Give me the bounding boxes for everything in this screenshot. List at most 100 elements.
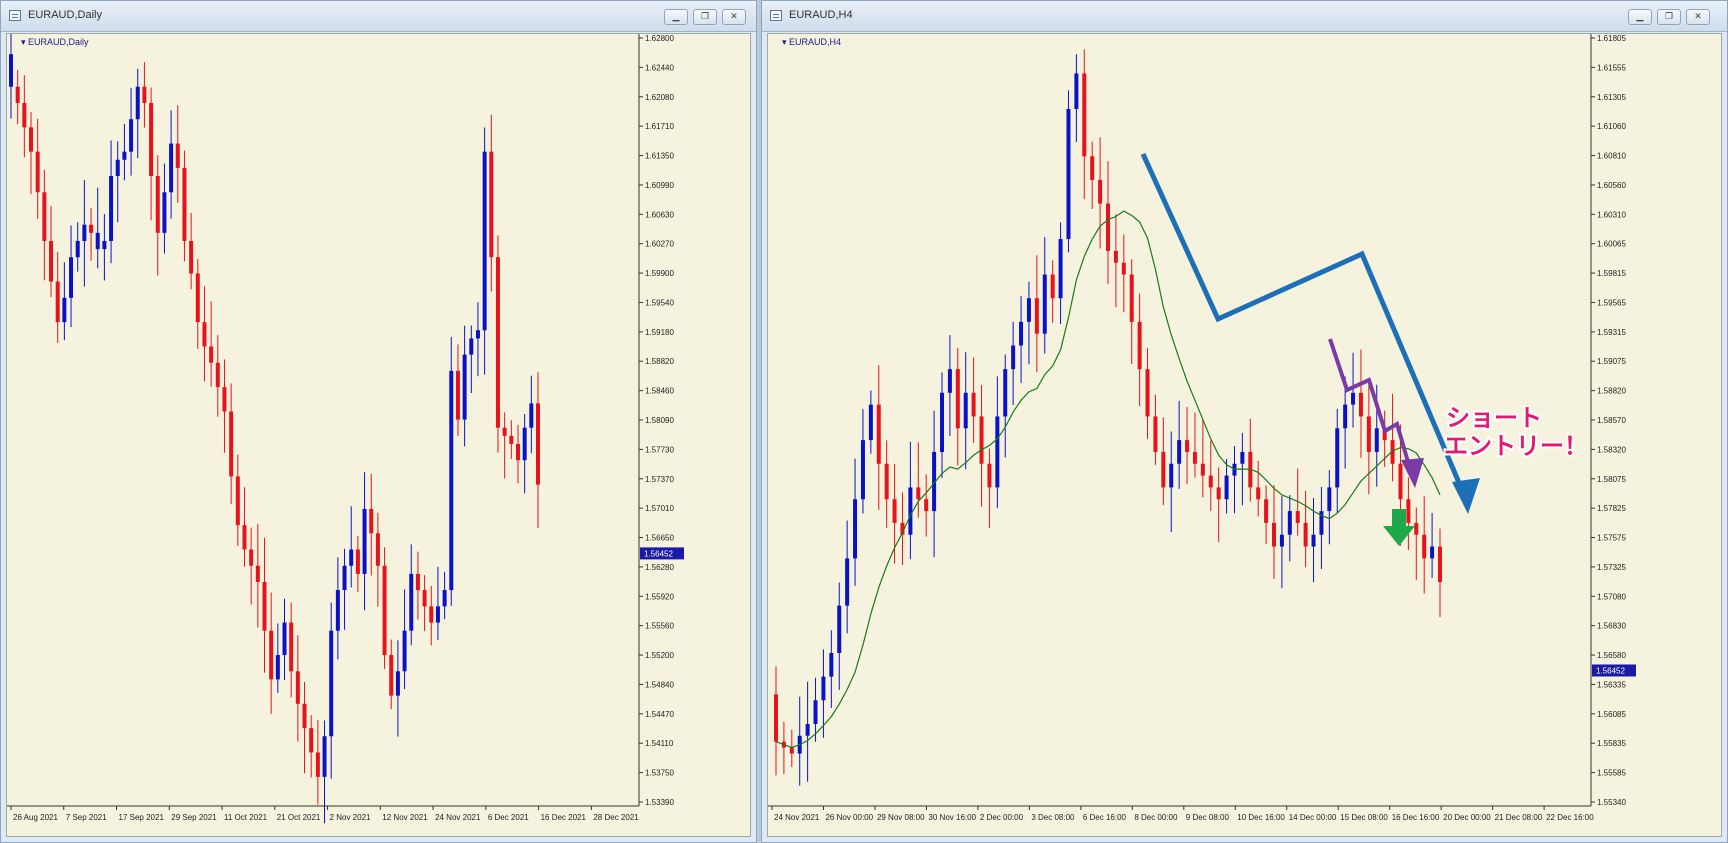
candle-body: [129, 119, 134, 152]
candle-body: [349, 549, 354, 566]
chart-canvas-daily[interactable]: ▾ EURAUD,Daily 1.62800 1.62440 1.62080 1.617…: [6, 33, 751, 837]
y-tick-label: 1.59180: [645, 328, 674, 337]
candle-body: [1351, 392, 1356, 405]
y-tick-label: 1.55835: [1597, 739, 1626, 748]
y-tick-label: 1.60560: [1597, 181, 1626, 190]
title-bar[interactable]: EURAUD,H4 ▁ ❐ ✕: [762, 1, 1727, 32]
x-tick-label: 12 Nov 2021: [382, 813, 428, 822]
candle-body: [1216, 487, 1221, 500]
candle-body: [1113, 250, 1118, 263]
minimize-button[interactable]: ▁: [1628, 9, 1652, 25]
candle-body: [884, 463, 889, 500]
candle-body: [1058, 239, 1063, 299]
y-tick-label: 1.56830: [1597, 622, 1626, 631]
x-tick-label: 29 Nov 08:00: [877, 813, 925, 822]
candle-body: [837, 605, 842, 653]
candle-body: [475, 330, 480, 339]
y-tick-label: 1.57575: [1597, 534, 1626, 543]
y-tick-label: 1.60270: [645, 240, 674, 249]
candle-body: [135, 86, 140, 120]
candle-body: [142, 86, 147, 103]
chart-window-h4[interactable]: EURAUD,H4 ▁ ❐ ✕ ▾ EURAUD,H4 1.61805 1.6155…: [761, 0, 1728, 843]
candle-body: [255, 565, 260, 582]
candle-body: [95, 232, 100, 250]
candle-body: [435, 606, 440, 623]
x-tick-label: 16 Dec 2021: [541, 813, 587, 822]
candle-body: [282, 622, 287, 656]
x-tick-label: 26 Aug 2021: [13, 813, 58, 822]
y-tick-label: 1.55200: [645, 651, 674, 660]
current-price-label: 1.56452: [1596, 666, 1625, 675]
chart-window-daily[interactable]: EURAUD,Daily ▁ ❐ ✕ ▾ EURAUD,Daily 1.62800…: [0, 0, 757, 843]
candle-body: [1256, 487, 1261, 500]
x-tick-label: 14 Dec 00:00: [1289, 813, 1337, 822]
y-tick-label: 1.58820: [645, 357, 674, 366]
candle-body: [845, 558, 850, 606]
candle-body: [924, 499, 929, 512]
moving-average-line: [775, 210, 1441, 749]
candle-body: [1335, 428, 1340, 488]
candle-body: [955, 369, 960, 429]
y-tick-label: 1.62440: [645, 63, 674, 72]
y-tick-label: 1.54110: [645, 739, 674, 748]
candle-body: [35, 151, 40, 193]
candle-body: [1082, 73, 1087, 157]
y-tick-label: 1.59815: [1597, 269, 1626, 278]
candle-body: [322, 736, 327, 777]
restore-button[interactable]: ❐: [1657, 9, 1681, 25]
title-bar[interactable]: EURAUD,Daily ▁ ❐ ✕: [1, 1, 756, 32]
y-tick-label: 1.57010: [645, 504, 674, 513]
candle-body: [162, 192, 167, 233]
candle-body: [908, 487, 913, 535]
minimize-button[interactable]: ▁: [664, 9, 688, 25]
candle-body: [215, 362, 220, 388]
candle-body: [462, 354, 467, 420]
candle-body: [455, 370, 460, 420]
candle-body: [269, 630, 274, 680]
candle-body: [1066, 108, 1071, 240]
h4-candlestick-chart[interactable]: ▾ EURAUD,H4 1.61805 1.61555 1.61305 1.61060 1…: [768, 34, 1723, 838]
candle-body: [1398, 463, 1403, 500]
chart-canvas-h4[interactable]: ▾ EURAUD,H4 1.61805 1.61555 1.61305 1.61060 1…: [767, 33, 1722, 837]
y-tick-label: 1.57730: [645, 445, 674, 454]
y-tick-label: 1.60630: [645, 210, 674, 219]
x-tick-label: 20 Dec 00:00: [1443, 813, 1491, 822]
candle-body: [422, 590, 427, 607]
candle-body: [1327, 487, 1332, 512]
x-tick-label: 21 Dec 08:00: [1495, 813, 1543, 822]
y-tick-label: 1.55920: [645, 592, 674, 601]
candle-body: [1050, 274, 1055, 299]
close-button[interactable]: ✕: [1686, 9, 1710, 25]
candle-body: [109, 176, 114, 241]
x-tick-label: 8 Dec 00:00: [1134, 813, 1178, 822]
candle-body: [1106, 203, 1110, 251]
green-arrow-head: [1383, 526, 1415, 546]
candle-body: [29, 127, 34, 152]
chart-window-icon: [9, 10, 21, 21]
candle-body: [1145, 369, 1150, 417]
candle-body: [876, 404, 881, 464]
y-tick-label: 1.60310: [1597, 210, 1626, 219]
candle-body: [289, 622, 294, 672]
candle-body: [1137, 321, 1142, 370]
candle-body: [1272, 522, 1276, 547]
y-tick-label: 1.61555: [1597, 63, 1626, 72]
candle-body: [442, 590, 447, 607]
candle-body: [1169, 463, 1174, 488]
candle-body: [1042, 274, 1047, 334]
x-tick-label: 10 Dec 16:00: [1237, 813, 1285, 822]
y-tick-label: 1.56335: [1597, 680, 1626, 689]
candle-body: [329, 630, 334, 737]
candle-body: [149, 102, 154, 177]
candle-body: [49, 240, 54, 282]
x-tick-label: 30 Nov 16:00: [928, 813, 976, 822]
close-button[interactable]: ✕: [722, 9, 746, 25]
daily-candlestick-chart[interactable]: ▾ EURAUD,Daily 1.62800 1.62440 1.62080 1.617…: [7, 34, 752, 838]
x-tick-label: 6 Dec 16:00: [1083, 813, 1127, 822]
y-tick-label: 1.56085: [1597, 710, 1626, 719]
candle-body: [262, 581, 267, 631]
x-tick-label: 17 Sep 2021: [119, 813, 165, 822]
candle-body: [522, 427, 527, 461]
candle-body: [529, 403, 534, 428]
restore-button[interactable]: ❐: [693, 9, 717, 25]
